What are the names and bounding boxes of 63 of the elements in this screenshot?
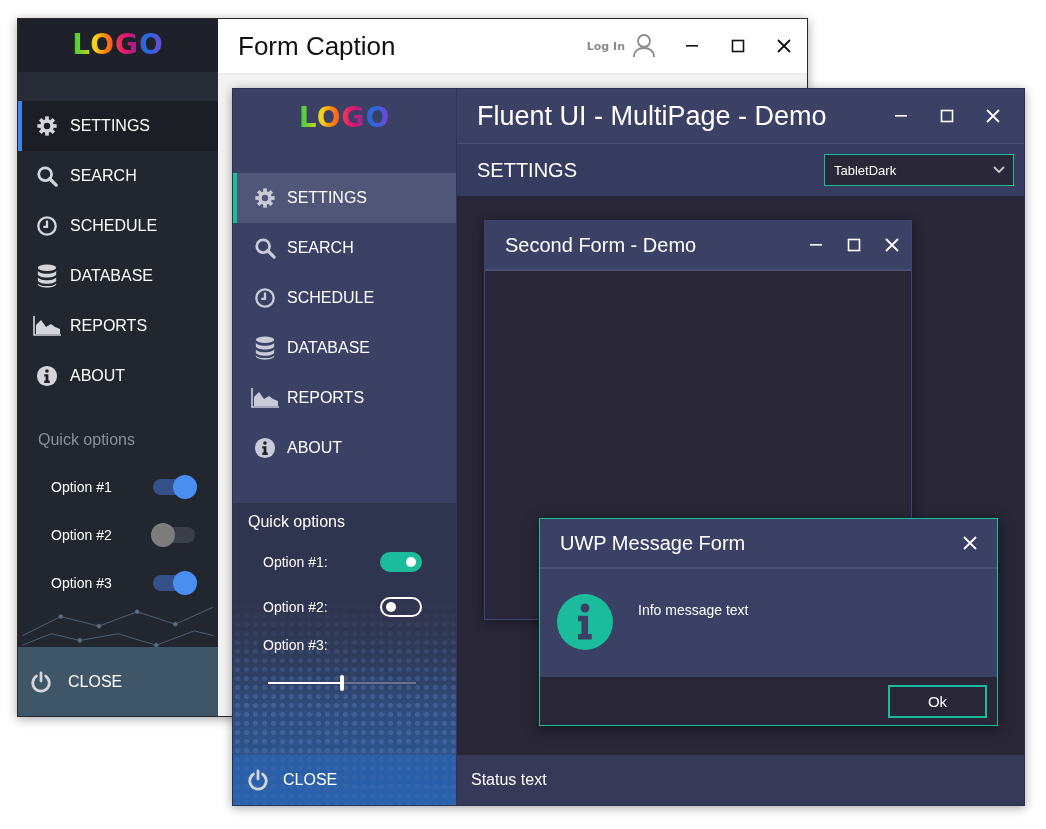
- user-icon: [633, 34, 655, 58]
- gear-icon: [36, 115, 58, 138]
- nav-item[interactable]: REPORTS: [18, 301, 218, 352]
- maximize-icon: [939, 108, 955, 124]
- slider[interactable]: [268, 675, 416, 691]
- message-text: Info message text: [638, 602, 749, 618]
- toggle-switch[interactable]: [151, 522, 197, 549]
- window-title: Fluent UI - MultiPage - Demo: [477, 100, 828, 132]
- area-chart-icon: [33, 316, 61, 337]
- close-button[interactable]: CLOSE: [18, 647, 218, 716]
- option-label: Option #2: [51, 527, 113, 544]
- section-label: Quick options: [38, 431, 136, 450]
- dialog-title: UWP Message Form: [560, 531, 747, 555]
- toggle-switch[interactable]: [151, 474, 197, 501]
- window-title: Form Caption: [238, 30, 397, 62]
- option-label: Option #2:: [263, 598, 329, 615]
- nav-item[interactable]: DATABASE: [233, 323, 456, 373]
- nav-item[interactable]: SETTINGS: [233, 173, 456, 223]
- nav-item[interactable]: SETTINGS: [18, 101, 218, 152]
- toggle-switch[interactable]: [151, 570, 197, 597]
- status-text: Status text: [471, 771, 547, 789]
- ok-button[interactable]: Ok: [888, 684, 987, 718]
- close-button[interactable]: CLOSE: [233, 755, 456, 805]
- maximize-icon: [846, 237, 862, 253]
- nav-item[interactable]: REPORTS: [233, 373, 456, 423]
- nav-item[interactable]: SCHEDULE: [18, 201, 218, 252]
- option-label: Option #3:: [262, 636, 329, 655]
- close-icon: [884, 237, 900, 253]
- nav-item[interactable]: SEARCH: [233, 223, 456, 273]
- maximize-icon: [730, 38, 746, 54]
- nav-item[interactable]: ABOUT: [233, 423, 456, 473]
- power-icon: [247, 769, 269, 791]
- page-title: SETTINGS: [477, 158, 578, 182]
- area-chart-icon: [251, 388, 279, 408]
- close-icon: [776, 38, 792, 54]
- minimize-icon: [810, 244, 822, 246]
- clock-icon: [254, 287, 276, 309]
- info-icon: [36, 365, 58, 388]
- search-icon: [254, 237, 276, 259]
- close-icon: [962, 535, 978, 551]
- nav-item[interactable]: SCHEDULE: [233, 273, 456, 323]
- info-icon: [254, 437, 276, 459]
- info-icon: [557, 594, 613, 650]
- database-icon: [254, 336, 276, 360]
- option-label: Option #1: [51, 479, 113, 496]
- nav-item[interactable]: DATABASE: [18, 251, 218, 302]
- theme-dropdown[interactable]: TabletDark: [824, 154, 1014, 186]
- search-icon: [36, 165, 58, 188]
- option-label: Option #1:: [263, 553, 329, 570]
- toggle-switch[interactable]: [380, 551, 422, 572]
- minimize-icon: [686, 45, 698, 47]
- clock-icon: [36, 215, 58, 238]
- gear-icon: [254, 187, 276, 209]
- nav-item[interactable]: SEARCH: [18, 151, 218, 202]
- window-title: Second Form - Demo: [505, 233, 698, 257]
- database-icon: [36, 264, 58, 289]
- power-icon: [30, 670, 52, 693]
- chevron-down-icon: [993, 166, 1005, 174]
- close-icon: [985, 108, 1001, 124]
- nav-item[interactable]: ABOUT: [18, 351, 218, 402]
- option-label: Option #3: [51, 575, 113, 592]
- minimize-icon: [895, 115, 907, 117]
- section-label: Quick options: [247, 512, 346, 532]
